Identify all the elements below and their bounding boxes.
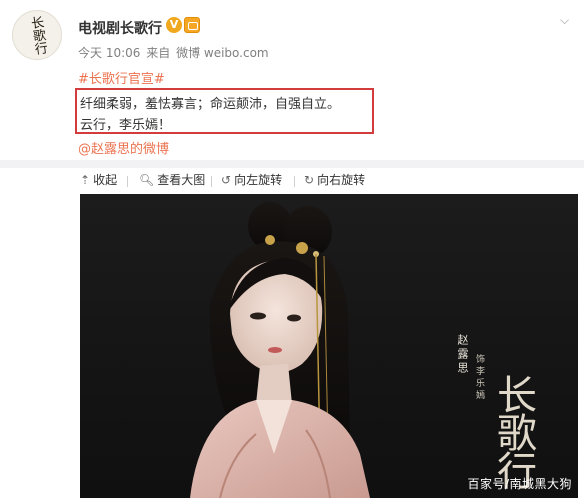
mention-link[interactable]: @赵露思的微博	[78, 138, 169, 157]
arrow-up-icon: ⇡	[80, 172, 91, 187]
title-calligraphy: 长歌行	[490, 374, 536, 488]
collapse-button[interactable]: ⇡ 收起	[80, 171, 117, 188]
toolbar-separator	[211, 176, 212, 187]
watermark: 百家号/南城黑大狗	[467, 477, 572, 491]
rotate-left-label: 向左旋转	[234, 173, 283, 187]
topic-link[interactable]: #长歌行官宣#	[78, 68, 165, 87]
image-toolbar: ⇡ 收起 🔍︎ 查看大图 ↺ 向左旋转 ↻ 向右旋转	[0, 168, 584, 194]
post-header: 长歌行 电视剧长歌行 V ⌵ 今天 10:06 来自 微博 weibo.com …	[0, 0, 584, 160]
section-divider	[0, 160, 584, 168]
rotate-left-icon: ↺	[221, 172, 232, 187]
member-badge-icon[interactable]	[184, 17, 200, 33]
poster-image[interactable]: 赵露思 饰李乐嫣 长歌行 百家号/南城黑大狗	[80, 194, 578, 498]
chevron-down-icon[interactable]: ⌵	[560, 14, 572, 26]
rotate-right-icon: ↻	[304, 172, 315, 187]
from-label: 来自	[146, 46, 171, 60]
post-meta: 今天 10:06 来自 微博 weibo.com	[78, 44, 271, 61]
post-time[interactable]: 今天 10:06	[78, 46, 140, 60]
avatar-logo: 长歌行	[27, 14, 48, 56]
view-large-button[interactable]: 🔍︎ 查看大图	[139, 171, 205, 188]
post-text-line-2: 云行，李乐嫣！	[80, 118, 172, 133]
rotate-right-button[interactable]: ↻ 向右旋转	[304, 171, 365, 188]
rotate-right-label: 向右旋转	[317, 173, 366, 187]
toolbar-separator	[127, 176, 128, 187]
post-source[interactable]: 微博 weibo.com	[176, 46, 269, 60]
toolbar-separator	[294, 176, 295, 187]
account-name[interactable]: 电视剧长歌行	[78, 18, 162, 38]
credit-actor: 赵露思	[456, 334, 469, 376]
view-large-label: 查看大图	[157, 173, 206, 187]
collapse-label: 收起	[93, 173, 118, 187]
post-text-line-1: 纤细柔弱，羞怯寡言；命运颠沛，自强自立。	[80, 97, 341, 112]
verified-icon: V	[166, 17, 182, 33]
avatar[interactable]: 长歌行	[12, 10, 62, 60]
rotate-left-button[interactable]: ↺ 向左旋转	[221, 171, 282, 188]
zoom-icon: 🔍︎	[139, 172, 155, 187]
